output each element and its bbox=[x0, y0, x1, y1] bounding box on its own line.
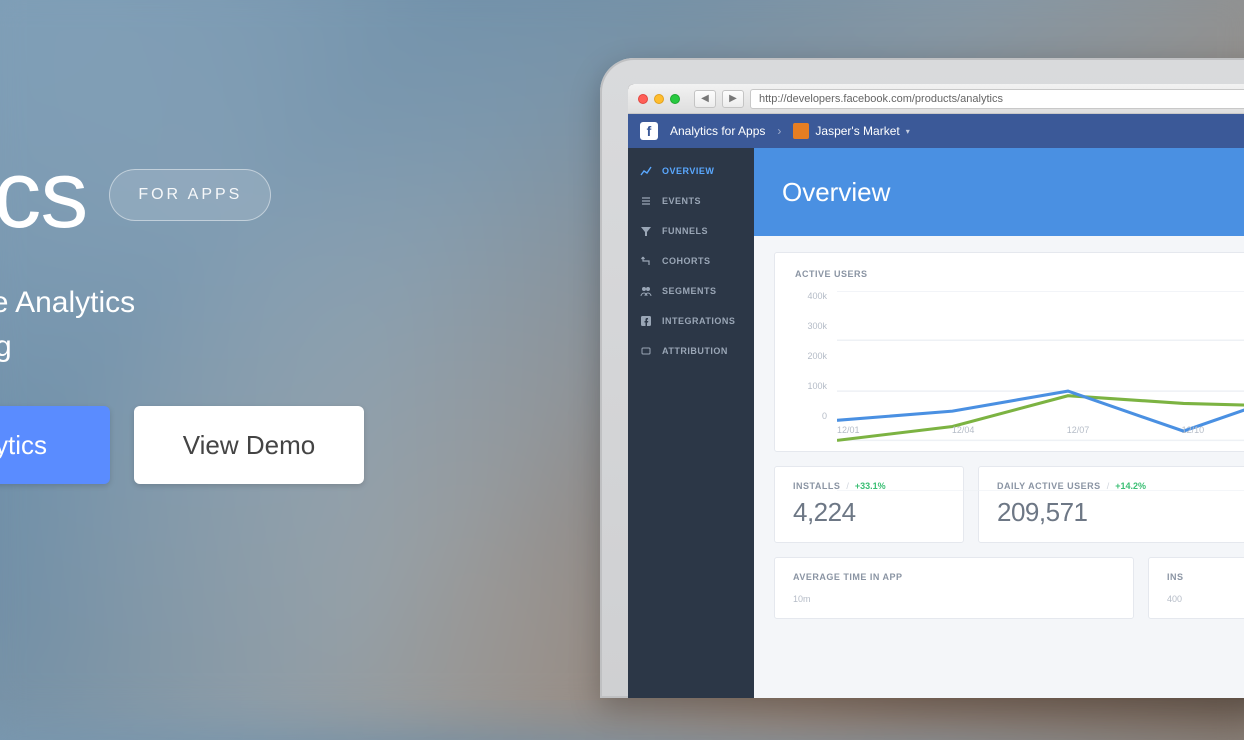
stat-label: INSTALLS bbox=[793, 481, 840, 491]
app-name: Jasper's Market bbox=[815, 124, 899, 138]
breadcrumb-chevron-icon: › bbox=[777, 124, 781, 138]
x-axis: 12/01 12/04 12/07 12/10 bbox=[837, 425, 1244, 441]
funnel-icon bbox=[640, 225, 652, 237]
x-tick: 12/01 bbox=[837, 425, 860, 441]
active-users-chart: 400k 300k 200k 100k 0 bbox=[795, 291, 1244, 441]
fb-icon bbox=[640, 315, 652, 327]
mini-card-right: INS 400 bbox=[1148, 557, 1244, 619]
mini-y-tick: 10m bbox=[793, 594, 1115, 604]
sidebar-item-events[interactable]: EVENTS bbox=[628, 186, 754, 216]
y-tick: 400k bbox=[807, 291, 827, 301]
cta-analytics-button[interactable]: Analytics bbox=[0, 406, 110, 484]
people-icon bbox=[640, 285, 652, 297]
branch-icon bbox=[640, 255, 652, 267]
sidebar-item-integrations[interactable]: INTEGRATIONS bbox=[628, 306, 754, 336]
sidebar-item-label: FUNNELS bbox=[662, 226, 708, 236]
y-axis: 400k 300k 200k 100k 0 bbox=[795, 291, 833, 421]
hero-subtitle-2: Marketing bbox=[0, 330, 580, 364]
y-tick: 100k bbox=[807, 381, 827, 391]
minimize-icon[interactable] bbox=[654, 94, 664, 104]
card-title: ACTIVE USERS bbox=[795, 269, 1244, 279]
chevron-down-icon: ▾ bbox=[906, 127, 910, 136]
hero-title: lytics bbox=[0, 140, 87, 250]
hero-pill: FOR APPS bbox=[109, 169, 271, 221]
chart-line-icon bbox=[640, 165, 652, 177]
close-icon[interactable] bbox=[638, 94, 648, 104]
cta-view-demo-button[interactable]: View Demo bbox=[134, 406, 364, 484]
stat-value: 209,571 bbox=[997, 497, 1244, 528]
sidebar-item-label: OVERVIEW bbox=[662, 166, 714, 176]
hero-eyebrow: CING bbox=[0, 90, 580, 122]
content-area: Overview ACTIVE USERS 400k 300k 200k 100… bbox=[754, 148, 1244, 698]
sidebar-item-funnels[interactable]: FUNNELS bbox=[628, 216, 754, 246]
y-tick: 0 bbox=[822, 411, 827, 421]
url-bar[interactable]: http://developers.facebook.com/products/… bbox=[750, 89, 1244, 109]
y-tick: 200k bbox=[807, 351, 827, 361]
sidebar-item-label: ATTRIBUTION bbox=[662, 346, 728, 356]
card-title: INS bbox=[1167, 572, 1244, 582]
app-icon bbox=[793, 123, 809, 139]
window-controls bbox=[638, 94, 680, 104]
facebook-logo-icon[interactable]: f bbox=[640, 122, 658, 140]
chart-svg bbox=[837, 291, 1244, 491]
sidebar-item-label: EVENTS bbox=[662, 196, 701, 206]
card-title: AVERAGE TIME IN APP bbox=[793, 572, 1115, 582]
zoom-icon[interactable] bbox=[670, 94, 680, 104]
forward-button[interactable]: ▶ bbox=[722, 90, 744, 108]
mini-y-tick: 400 bbox=[1167, 594, 1244, 604]
avg-time-card: AVERAGE TIME IN APP 10m bbox=[774, 557, 1134, 619]
active-users-card: ACTIVE USERS 400k 300k 200k 100k 0 bbox=[774, 252, 1244, 452]
browser-toolbar: ◀ ▶ http://developers.facebook.com/produ… bbox=[628, 84, 1244, 114]
y-tick: 300k bbox=[807, 321, 827, 331]
app-switcher[interactable]: Jasper's Market ▾ bbox=[793, 123, 909, 139]
stat-value: 4,224 bbox=[793, 497, 945, 528]
sidebar-item-label: COHORTS bbox=[662, 256, 711, 266]
hero-subtitle-1: ce Mobile Analytics bbox=[0, 286, 580, 320]
product-name[interactable]: Analytics for Apps bbox=[670, 124, 765, 138]
list-icon bbox=[640, 195, 652, 207]
sidebar-item-attribution[interactable]: ATTRIBUTION bbox=[628, 336, 754, 366]
sidebar-item-label: INTEGRATIONS bbox=[662, 316, 735, 326]
sidebar-item-segments[interactable]: SEGMENTS bbox=[628, 276, 754, 306]
sidebar-item-cohorts[interactable]: COHORTS bbox=[628, 246, 754, 276]
x-tick: 12/10 bbox=[1182, 425, 1205, 441]
back-button[interactable]: ◀ bbox=[694, 90, 716, 108]
x-tick: 12/04 bbox=[952, 425, 975, 441]
mini-row: AVERAGE TIME IN APP 10m INS 400 bbox=[774, 557, 1244, 619]
page-title: Overview bbox=[754, 148, 1244, 236]
x-tick: 12/07 bbox=[1067, 425, 1090, 441]
url-text: http://developers.facebook.com/products/… bbox=[759, 93, 1003, 105]
laptop-mockup: ◀ ▶ http://developers.facebook.com/produ… bbox=[600, 58, 1244, 698]
sidebar-item-label: SEGMENTS bbox=[662, 286, 717, 296]
sidebar: OVERVIEW EVENTS FUNNELS COHORTS SEGMENTS bbox=[628, 148, 754, 698]
hero-section: CING lytics FOR APPS ce Mobile Analytics… bbox=[0, 90, 580, 484]
sidebar-item-overview[interactable]: OVERVIEW bbox=[628, 156, 754, 186]
app-header: f Analytics for Apps › Jasper's Market ▾ bbox=[628, 114, 1244, 148]
badge-icon bbox=[640, 345, 652, 357]
